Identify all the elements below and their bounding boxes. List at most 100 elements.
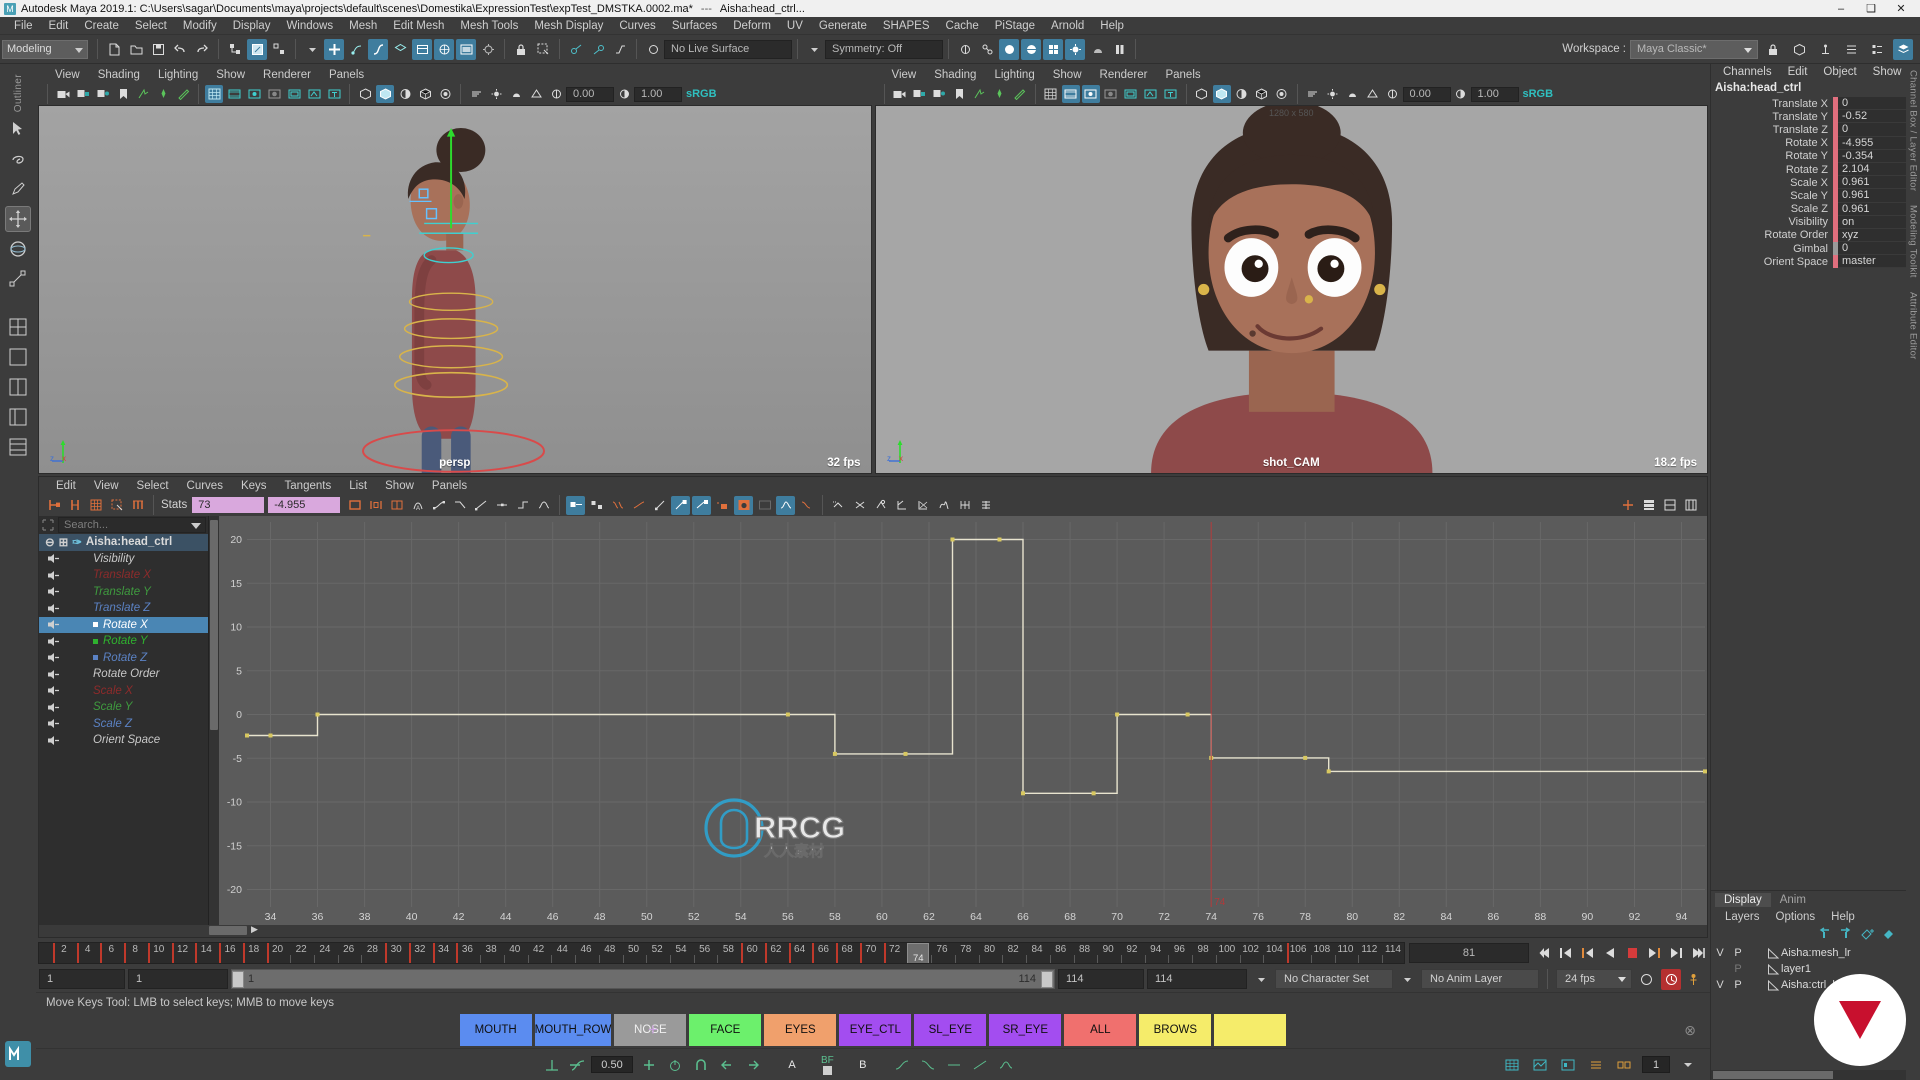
lights-all-icon[interactable] bbox=[487, 85, 505, 103]
channel-attr-gimbal[interactable]: Gimbal 0 bbox=[1711, 242, 1906, 256]
viewport-persp-canvas[interactable]: z x persp 32 fps bbox=[38, 105, 872, 474]
move-layer-down-icon[interactable] bbox=[1838, 927, 1854, 943]
exposure-icon[interactable] bbox=[547, 85, 565, 103]
channel-attr-rotate-x[interactable]: Rotate X -4.955 bbox=[1711, 136, 1906, 150]
grid-toggle-icon[interactable] bbox=[1042, 85, 1060, 103]
timeline-keyframe[interactable] bbox=[812, 943, 815, 963]
channel-row-visibility[interactable]: Visibility bbox=[39, 551, 208, 568]
xray-joints-icon[interactable] bbox=[977, 39, 997, 60]
mute-channel-icon[interactable] bbox=[41, 570, 67, 581]
workspace-lock-icon[interactable] bbox=[1763, 39, 1783, 60]
mute-channel-icon[interactable] bbox=[41, 652, 67, 663]
menu-display[interactable]: Display bbox=[225, 17, 279, 35]
stats-value-field[interactable]: -4.955 bbox=[268, 497, 341, 513]
range-end-handle[interactable] bbox=[1041, 970, 1053, 988]
gamma-value-field[interactable]: 1.00 bbox=[634, 86, 682, 102]
shelf-button-eyes[interactable]: EYES bbox=[764, 1014, 837, 1046]
timeline-keyframe[interactable] bbox=[147, 943, 150, 963]
four-view-layout-icon[interactable] bbox=[5, 314, 31, 340]
menu-mesh-display[interactable]: Mesh Display bbox=[526, 17, 611, 35]
shelf-counter-field[interactable]: 1 bbox=[1642, 1056, 1670, 1073]
weighted-tangents-icon[interactable] bbox=[692, 495, 712, 515]
timeline-keyframe[interactable] bbox=[432, 943, 435, 963]
layer-menu-options[interactable]: Options bbox=[1768, 911, 1824, 923]
graph-editor-display-icon[interactable] bbox=[755, 496, 774, 515]
shade-half-icon[interactable] bbox=[396, 85, 414, 103]
menu-edit-mesh[interactable]: Edit Mesh bbox=[385, 17, 452, 35]
field-chart-icon[interactable] bbox=[265, 85, 283, 103]
graph-menu-panels[interactable]: Panels bbox=[423, 480, 476, 492]
timeline-keyframe[interactable] bbox=[100, 943, 103, 963]
clamped-tangent-icon[interactable] bbox=[450, 496, 469, 515]
layer-row[interactable]: V P Aisha:ctrl_lr bbox=[1711, 977, 1906, 993]
layer-menu-layers[interactable]: Layers bbox=[1717, 911, 1768, 923]
magnet-icon[interactable] bbox=[691, 1054, 711, 1076]
timeline-keyframe[interactable] bbox=[764, 943, 767, 963]
hypergraph-layout-icon[interactable] bbox=[5, 434, 31, 460]
animation-settings-icon[interactable] bbox=[1686, 969, 1706, 990]
graph-menu-select[interactable]: Select bbox=[128, 480, 178, 492]
node-editor-icon[interactable] bbox=[1614, 1054, 1634, 1076]
select-by-component-icon[interactable] bbox=[269, 39, 289, 60]
auto-tangent-icon[interactable]: A bbox=[408, 496, 427, 515]
snap-dropdown-icon[interactable] bbox=[302, 39, 322, 60]
ease-out-icon[interactable] bbox=[918, 1054, 938, 1076]
channel-row-translate-y[interactable]: Translate Y bbox=[39, 584, 208, 601]
channel-row-scale-z[interactable]: Scale Z bbox=[39, 716, 208, 733]
attr-value-field[interactable]: 0 bbox=[1838, 242, 1906, 256]
mute-channel-icon[interactable] bbox=[41, 586, 67, 597]
symmetry-field[interactable]: Symmetry: Off bbox=[825, 39, 943, 59]
insert-keys-icon[interactable] bbox=[65, 496, 84, 515]
lock-camera-icon[interactable] bbox=[911, 85, 929, 103]
layer-playback-toggle[interactable]: P bbox=[1729, 947, 1747, 959]
time-snap-icon[interactable] bbox=[955, 496, 974, 515]
menu-windows[interactable]: Windows bbox=[278, 17, 341, 35]
viewport-menu-view[interactable]: View bbox=[883, 69, 926, 81]
layer-scrollbar[interactable] bbox=[1711, 1070, 1906, 1080]
channel-attr-translate-z[interactable]: Translate Z 0 bbox=[1711, 123, 1906, 137]
ease-in-icon[interactable] bbox=[892, 1054, 912, 1076]
timeline-keyframe[interactable] bbox=[859, 943, 862, 963]
post-infinity-oscillate-icon[interactable] bbox=[871, 496, 890, 515]
channel-box-tab-channels[interactable]: Channels bbox=[1715, 66, 1780, 78]
channel-row-scale-y[interactable]: Scale Y bbox=[39, 699, 208, 716]
center-view-icon[interactable] bbox=[387, 496, 406, 515]
lock-camera-icon[interactable] bbox=[74, 85, 92, 103]
anim-layer-field[interactable]: No Anim Layer bbox=[1421, 969, 1539, 989]
graph-panel-icon[interactable] bbox=[1530, 1054, 1550, 1076]
mute-channel-icon[interactable] bbox=[41, 636, 67, 647]
timeline-keyframe[interactable] bbox=[836, 943, 839, 963]
outliner-panel-icon[interactable] bbox=[1841, 39, 1861, 60]
plateau-tangent-icon[interactable] bbox=[534, 496, 553, 515]
camera-name-icon[interactable] bbox=[1162, 85, 1180, 103]
layer-visibility-toggle[interactable]: V bbox=[1711, 979, 1729, 991]
film-gate-icon[interactable] bbox=[225, 85, 243, 103]
modeling-toolkit-panel-icon[interactable] bbox=[1789, 39, 1809, 60]
animation-preferences-icon[interactable] bbox=[1661, 968, 1681, 990]
post-infinity-cycle-icon[interactable] bbox=[850, 496, 869, 515]
menu-uv[interactable]: UV bbox=[779, 17, 811, 35]
timeline-keyframe[interactable] bbox=[788, 943, 791, 963]
persp-outliner-layout-icon[interactable] bbox=[5, 404, 31, 430]
snap-to-view-plane-icon[interactable] bbox=[412, 38, 432, 60]
attr-value-field[interactable]: 0.961 bbox=[1838, 189, 1906, 203]
timeline-keyframe[interactable] bbox=[242, 943, 245, 963]
timeline-keyframe[interactable] bbox=[52, 943, 55, 963]
spline-tangent-icon[interactable] bbox=[429, 496, 448, 515]
menu-surfaces[interactable]: Surfaces bbox=[664, 17, 725, 35]
move-nearest-picked-key-icon[interactable] bbox=[44, 496, 63, 515]
field-chart-icon[interactable] bbox=[1102, 85, 1120, 103]
snap-to-grid-icon[interactable] bbox=[324, 38, 344, 60]
camera-bookmark-icon[interactable] bbox=[931, 85, 949, 103]
mute-channel-icon[interactable] bbox=[41, 669, 67, 680]
menu-mesh-tools[interactable]: Mesh Tools bbox=[452, 17, 526, 35]
safe-title-icon[interactable] bbox=[1142, 85, 1160, 103]
new-scene-icon[interactable] bbox=[104, 39, 124, 60]
hypershade-panel-icon[interactable] bbox=[1815, 39, 1835, 60]
menu-select[interactable]: Select bbox=[127, 17, 175, 35]
attr-value-field[interactable]: master bbox=[1838, 255, 1906, 269]
attr-value-field[interactable]: xyz bbox=[1838, 228, 1906, 243]
step-back-key-button[interactable] bbox=[1555, 943, 1576, 964]
timeline-keyframe[interactable] bbox=[171, 943, 174, 963]
timeline-keyframe[interactable] bbox=[266, 943, 269, 963]
